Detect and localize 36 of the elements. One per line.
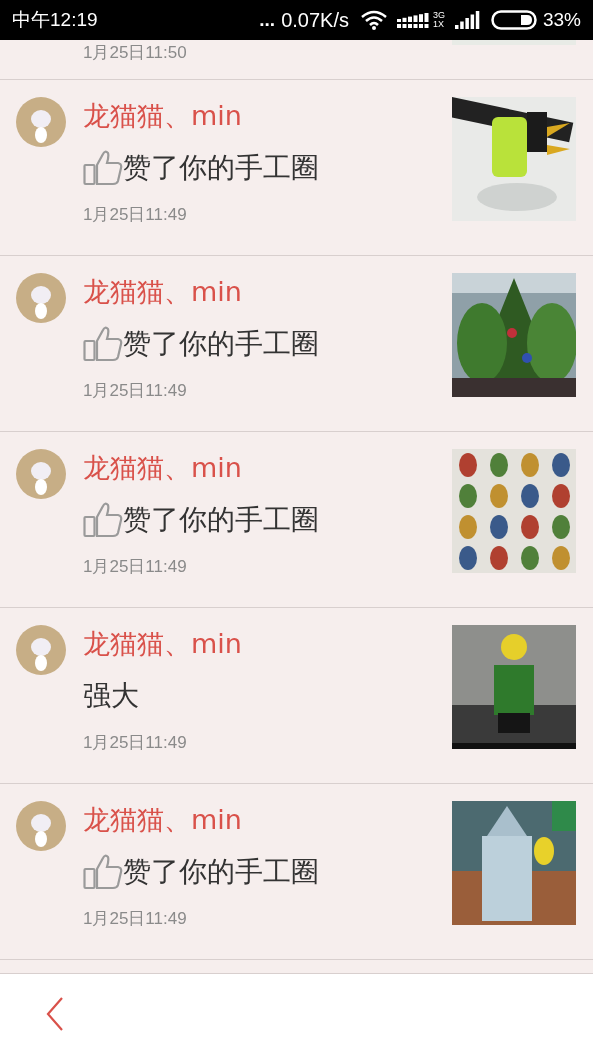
timestamp: 1月25日11:49 bbox=[83, 204, 188, 226]
network-type: 3G bbox=[432, 11, 445, 20]
timestamp: 1月25日11:49 bbox=[83, 732, 188, 754]
signal-icon bbox=[454, 11, 481, 29]
message-text: 赞了你的手工圈 bbox=[123, 502, 319, 538]
message-text: 赞了你的手工圈 bbox=[123, 854, 319, 890]
timestamp: 1月25日11:49 bbox=[83, 380, 188, 402]
battery-percentage: 33% bbox=[542, 7, 581, 32]
avatar bbox=[16, 625, 66, 675]
wifi-icon bbox=[360, 10, 387, 30]
user-name[interactable]: 龙猫猫、min bbox=[83, 450, 452, 486]
thumbs-up-icon bbox=[83, 150, 123, 186]
avatar bbox=[16, 273, 66, 323]
clock: 中午12:19 bbox=[12, 7, 98, 32]
thumbs-up-icon bbox=[83, 326, 123, 362]
network-type: 1X bbox=[432, 20, 445, 29]
timestamp: 1月25日11:49 bbox=[83, 908, 188, 930]
signal-icon bbox=[396, 11, 431, 29]
avatar bbox=[16, 801, 66, 851]
avatar bbox=[16, 97, 66, 147]
thumbs-up-icon bbox=[83, 854, 123, 890]
user-name[interactable]: 龙猫猫、min bbox=[83, 274, 452, 310]
timestamp: 1月25日11:49 bbox=[83, 556, 188, 578]
message-text: 赞了你的手工圈 bbox=[123, 326, 319, 362]
user-name[interactable]: 龙猫猫、min bbox=[83, 802, 452, 838]
user-name[interactable]: 龙猫猫、min bbox=[83, 98, 452, 134]
user-name[interactable]: 龙猫猫、min bbox=[83, 626, 452, 662]
network-speed: 0.07K/s bbox=[281, 8, 349, 33]
thumbs-up-icon bbox=[83, 502, 123, 538]
more-indicator: ... bbox=[259, 7, 276, 32]
avatar bbox=[16, 449, 66, 499]
back-icon bbox=[46, 996, 64, 1032]
timestamp: 1月25日11:50 bbox=[83, 42, 187, 64]
message-text: 强大 bbox=[83, 678, 139, 714]
battery-icon bbox=[490, 10, 537, 30]
message-text: 赞了你的手工圈 bbox=[123, 150, 319, 186]
